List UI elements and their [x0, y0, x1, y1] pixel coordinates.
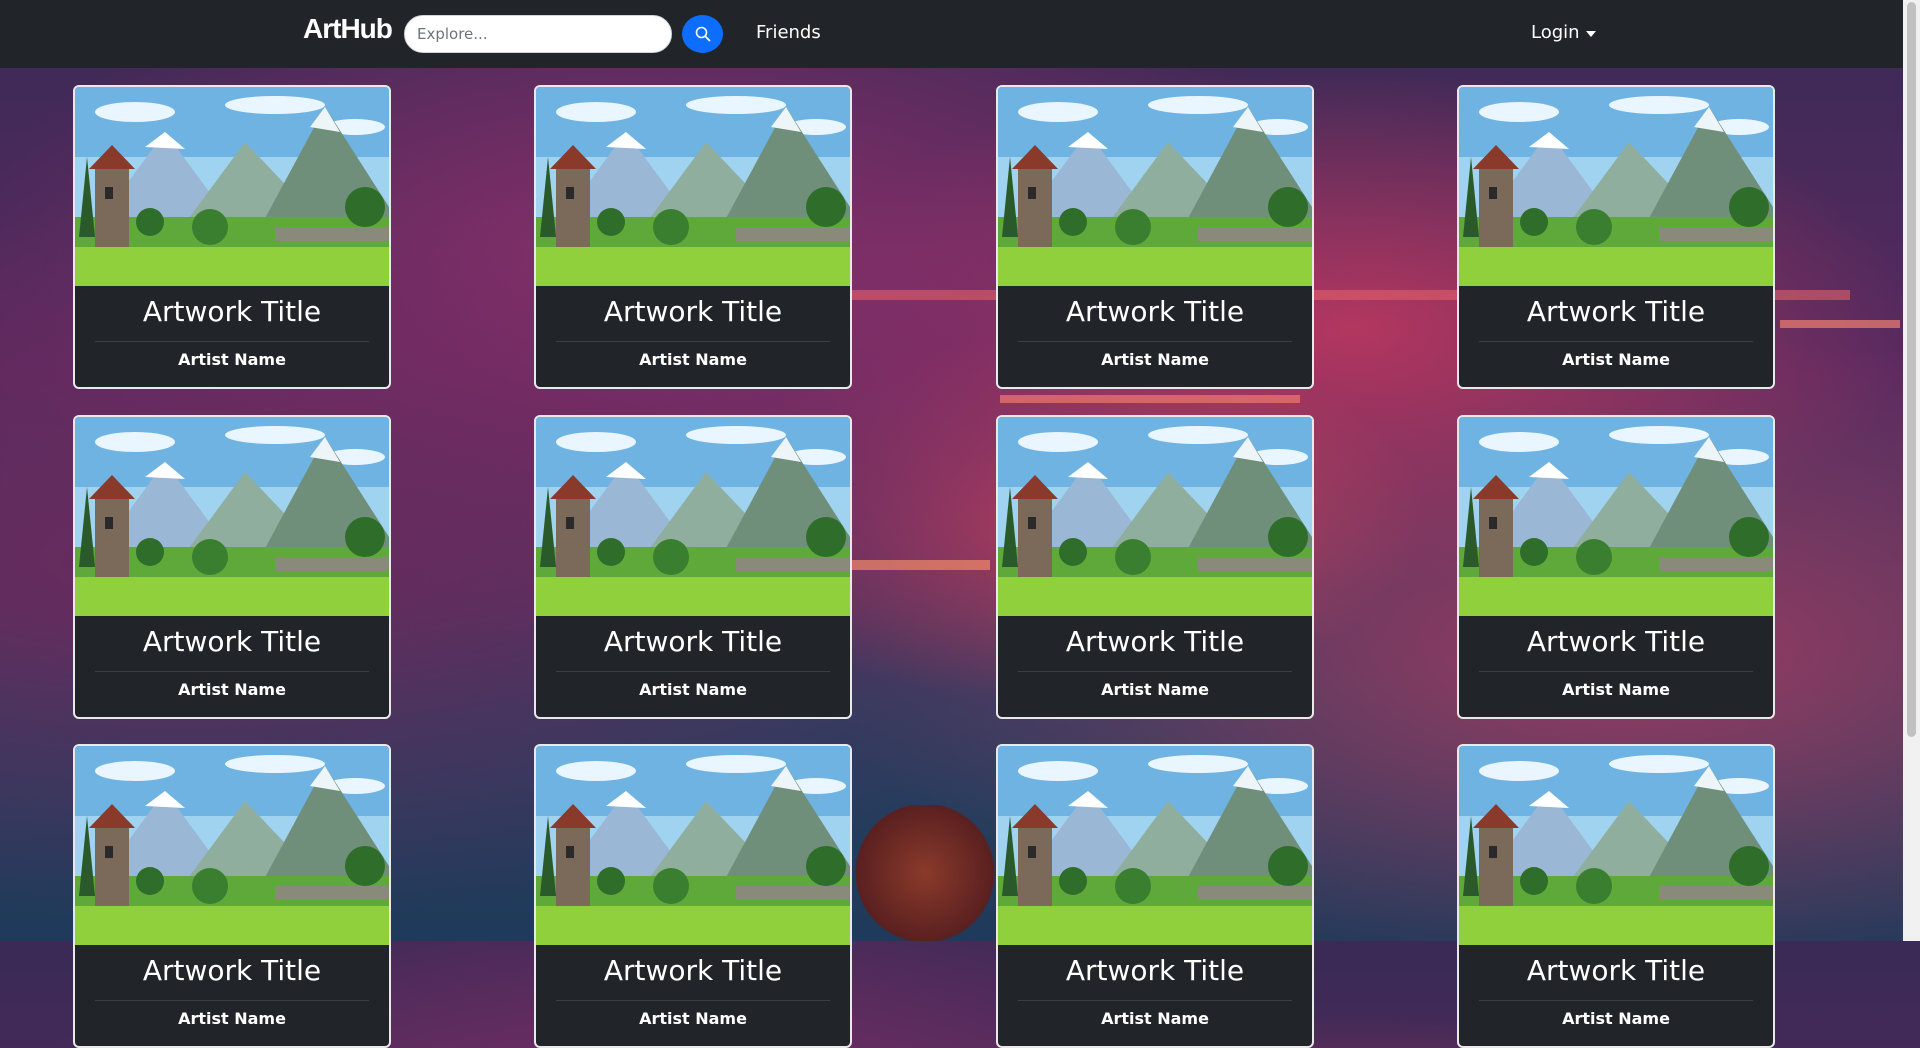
artwork-card[interactable]: Artwork Title Artist Name: [996, 85, 1314, 389]
card-divider: [1018, 671, 1292, 672]
card-divider: [1479, 341, 1753, 342]
artwork-title: Artwork Title: [1526, 625, 1706, 658]
artwork-card[interactable]: Artwork Title Artist Name: [1457, 85, 1775, 389]
card-divider: [95, 341, 369, 342]
nav-link-friends[interactable]: Friends: [756, 22, 821, 43]
artwork-image: [536, 746, 850, 945]
artwork-title: Artwork Title: [142, 625, 322, 658]
artwork-image: [536, 417, 850, 616]
card-divider: [1479, 671, 1753, 672]
card-divider: [1018, 1000, 1292, 1001]
scrollbar-thumb[interactable]: [1907, 2, 1916, 737]
card-divider: [556, 1000, 830, 1001]
brand-logo[interactable]: ArtHub: [303, 13, 393, 45]
card-divider: [556, 671, 830, 672]
artist-name: Artist Name: [178, 350, 286, 369]
artist-name: Artist Name: [178, 680, 286, 699]
artwork-title: Artwork Title: [142, 295, 322, 328]
artist-name: Artist Name: [1562, 680, 1670, 699]
artwork-image: [998, 417, 1312, 616]
artwork-card[interactable]: Artwork Title Artist Name: [73, 415, 391, 719]
artwork-image: [998, 746, 1312, 945]
artwork-card[interactable]: Artwork Title Artist Name: [534, 744, 852, 1048]
artist-name: Artist Name: [1101, 680, 1209, 699]
artwork-title: Artwork Title: [1526, 954, 1706, 987]
login-dropdown[interactable]: Login: [1531, 22, 1596, 43]
artwork-title: Artwork Title: [1526, 295, 1706, 328]
artwork-image: [75, 87, 389, 286]
artwork-title: Artwork Title: [603, 625, 783, 658]
card-divider: [1018, 341, 1292, 342]
artwork-card[interactable]: Artwork Title Artist Name: [1457, 744, 1775, 1048]
artist-name: Artist Name: [1101, 1009, 1209, 1028]
background-tree: [855, 805, 995, 941]
artwork-image: [75, 417, 389, 616]
artist-name: Artist Name: [1562, 350, 1670, 369]
artwork-image: [1459, 417, 1773, 616]
artwork-title: Artwork Title: [1065, 954, 1245, 987]
artist-name: Artist Name: [639, 680, 747, 699]
artwork-title: Artwork Title: [603, 295, 783, 328]
card-divider: [95, 1000, 369, 1001]
card-divider: [556, 341, 830, 342]
artwork-image: [75, 746, 389, 945]
login-label: Login: [1531, 22, 1580, 43]
artwork-card[interactable]: Artwork Title Artist Name: [73, 85, 391, 389]
artwork-card[interactable]: Artwork Title Artist Name: [996, 415, 1314, 719]
artwork-title: Artwork Title: [603, 954, 783, 987]
artwork-title: Artwork Title: [1065, 625, 1245, 658]
navbar: ArtHub Friends Login: [0, 0, 1920, 68]
artist-name: Artist Name: [639, 1009, 747, 1028]
artwork-card[interactable]: Artwork Title Artist Name: [534, 85, 852, 389]
artist-name: Artist Name: [1101, 350, 1209, 369]
artwork-image: [1459, 746, 1773, 945]
artwork-image: [998, 87, 1312, 286]
card-divider: [95, 671, 369, 672]
chevron-down-icon: [1585, 30, 1596, 37]
artist-name: Artist Name: [1562, 1009, 1670, 1028]
artwork-title: Artwork Title: [1065, 295, 1245, 328]
search-input[interactable]: [404, 15, 672, 53]
background-cloud-band: [1780, 320, 1900, 328]
artwork-image: [536, 87, 850, 286]
vertical-scrollbar[interactable]: [1903, 0, 1920, 941]
background-cloud-band: [1000, 395, 1300, 403]
search-icon: [695, 26, 710, 42]
artwork-card[interactable]: Artwork Title Artist Name: [1457, 415, 1775, 719]
artwork-card[interactable]: Artwork Title Artist Name: [73, 744, 391, 1048]
artwork-card[interactable]: Artwork Title Artist Name: [996, 744, 1314, 1048]
artist-name: Artist Name: [178, 1009, 286, 1028]
artwork-title: Artwork Title: [142, 954, 322, 987]
artist-name: Artist Name: [639, 350, 747, 369]
search-button[interactable]: [682, 15, 723, 53]
background-cloud-band: [850, 560, 990, 570]
artwork-image: [1459, 87, 1773, 286]
artwork-card[interactable]: Artwork Title Artist Name: [534, 415, 852, 719]
card-divider: [1479, 1000, 1753, 1001]
